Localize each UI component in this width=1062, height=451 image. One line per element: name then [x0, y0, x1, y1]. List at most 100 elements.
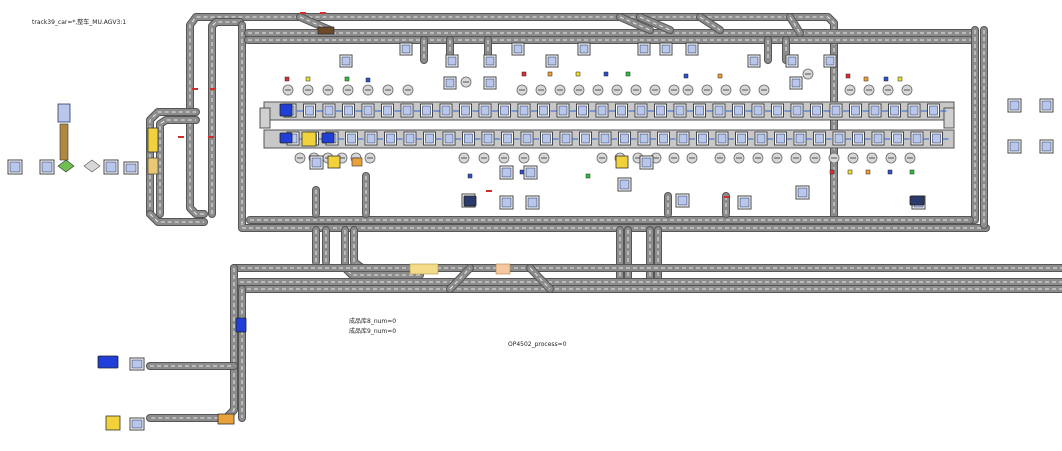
lower-line-agv-1[interactable]	[279, 132, 293, 144]
lower-line-station-body[interactable]	[561, 133, 571, 144]
lower-line-station-body[interactable]	[795, 133, 805, 144]
upper-line-station-body[interactable]	[656, 105, 665, 116]
upper-line-station-body[interactable]	[890, 105, 899, 116]
lower-line-station-body[interactable]	[600, 133, 610, 144]
parked-agv-right[interactable]	[909, 195, 925, 206]
lift-shaft[interactable]	[59, 123, 69, 161]
lower-line-station-body[interactable]	[815, 133, 824, 144]
lower-line-station-body[interactable]	[834, 133, 844, 144]
lower-station-9-body[interactable]	[739, 197, 750, 208]
lower-station-7-body[interactable]	[641, 157, 652, 168]
yellow-fixture[interactable]	[327, 155, 341, 169]
lower-line-station-body[interactable]	[698, 133, 707, 144]
upper-line-station-body[interactable]	[441, 105, 451, 116]
inbound-source-body[interactable]	[9, 161, 21, 173]
track-car-indicator[interactable]	[317, 26, 335, 35]
lower-line-station-body[interactable]	[737, 133, 746, 144]
lower-line-station-body[interactable]	[717, 133, 727, 144]
upper-line-station-body[interactable]	[851, 105, 860, 116]
top-station-0-body[interactable]	[341, 56, 351, 66]
lower-station-0-body[interactable]	[311, 157, 322, 168]
upper-line-station-body[interactable]	[929, 105, 938, 116]
lower-station-3-body[interactable]	[525, 167, 536, 178]
lower-line-station-body[interactable]	[854, 133, 863, 144]
upper-line-station-body[interactable]	[461, 105, 470, 116]
upper-line-station-body[interactable]	[363, 105, 373, 116]
inbound-station-3-body[interactable]	[125, 163, 137, 173]
top-station-7-body[interactable]	[639, 44, 649, 54]
right-station-1-body[interactable]	[1041, 100, 1052, 111]
lower-line-station-body[interactable]	[425, 133, 434, 144]
top-station-1-body[interactable]	[401, 44, 411, 54]
lower-line-station-body[interactable]	[366, 133, 376, 144]
right-station-2-body[interactable]	[1009, 141, 1020, 152]
right-station-3-body[interactable]	[1041, 141, 1052, 152]
lower-line-fixture[interactable]	[301, 131, 317, 147]
lower-line-station-body[interactable]	[405, 133, 415, 144]
upper-line-station-body[interactable]	[500, 105, 509, 116]
lower-line-station-body[interactable]	[893, 133, 902, 144]
lower-buffer-zone-2[interactable]	[495, 263, 511, 275]
top-station-11-body[interactable]	[787, 56, 797, 66]
right-station-0-body[interactable]	[1009, 100, 1020, 111]
upper-line-station-body[interactable]	[870, 105, 880, 116]
upper-line-station-body[interactable]	[539, 105, 548, 116]
lower-line-station-body[interactable]	[912, 133, 922, 144]
upper-line-station-body[interactable]	[695, 105, 704, 116]
lower-station-2-body[interactable]	[501, 167, 512, 178]
lower-station-6-body[interactable]	[619, 179, 630, 190]
top-station-13-body[interactable]	[485, 78, 495, 88]
top-station-10-body[interactable]	[749, 56, 759, 66]
lower-line-station-body[interactable]	[873, 133, 883, 144]
lower-line-agv-2[interactable]	[321, 132, 335, 144]
lower-line-station-body[interactable]	[522, 133, 532, 144]
inbound-dock[interactable]	[147, 157, 159, 175]
dock-station-1-body[interactable]	[131, 359, 143, 369]
lower-line-station-body[interactable]	[932, 133, 941, 144]
top-station-14-body[interactable]	[445, 78, 455, 88]
lower-line-station-body[interactable]	[678, 133, 688, 144]
upper-line-station-body[interactable]	[812, 105, 821, 116]
parked-agv[interactable]	[463, 195, 477, 207]
upper-line-station-body[interactable]	[831, 105, 841, 116]
upper-line-station-body[interactable]	[578, 105, 587, 116]
upper-line-station-body[interactable]	[753, 105, 763, 116]
upper-line-station-body[interactable]	[617, 105, 626, 116]
top-station-4-body[interactable]	[513, 44, 523, 54]
lower-station-10-body[interactable]	[797, 187, 808, 198]
lower-line-station-body[interactable]	[386, 133, 395, 144]
inbound-station-1-body[interactable]	[41, 161, 53, 173]
lower-line-station-body[interactable]	[620, 133, 629, 144]
upper-line-station-body[interactable]	[792, 105, 802, 116]
dock-station-2-body[interactable]	[131, 419, 143, 429]
lower-line-station-body[interactable]	[483, 133, 493, 144]
top-station-8-body[interactable]	[661, 44, 671, 54]
lower-station-8-body[interactable]	[677, 195, 688, 206]
yellow-fixture-2[interactable]	[615, 155, 629, 169]
dock-agv-1[interactable]	[97, 355, 119, 369]
upper-line-station-body[interactable]	[480, 105, 490, 116]
top-station-9-body[interactable]	[687, 44, 697, 54]
upper-line-station-body[interactable]	[383, 105, 392, 116]
upper-line-station-body[interactable]	[324, 105, 334, 116]
lift-station[interactable]	[57, 103, 71, 123]
lower-buffer-zone-1[interactable]	[409, 263, 439, 275]
upper-line-station-body[interactable]	[402, 105, 412, 116]
top-station-2-body[interactable]	[447, 56, 457, 66]
lower-line-station-body[interactable]	[347, 133, 356, 144]
lower-line-station-body[interactable]	[503, 133, 512, 144]
top-station-12-body[interactable]	[825, 56, 835, 66]
lower-station-4-body[interactable]	[501, 197, 512, 208]
top-station-3-body[interactable]	[485, 56, 495, 66]
top-station-6-body[interactable]	[579, 44, 589, 54]
diamond-buffer[interactable]	[83, 159, 101, 173]
lower-station-5-body[interactable]	[527, 197, 538, 208]
upper-line-station-body[interactable]	[422, 105, 431, 116]
dock-orange-agv[interactable]	[217, 413, 235, 425]
upper-line-station-body[interactable]	[305, 105, 314, 116]
lower-line-station-body[interactable]	[776, 133, 785, 144]
dock-yellow-cart[interactable]	[105, 415, 121, 431]
lower-line-station-body[interactable]	[464, 133, 473, 144]
upper-line-station-body[interactable]	[344, 105, 353, 116]
upper-line-station-body[interactable]	[519, 105, 529, 116]
